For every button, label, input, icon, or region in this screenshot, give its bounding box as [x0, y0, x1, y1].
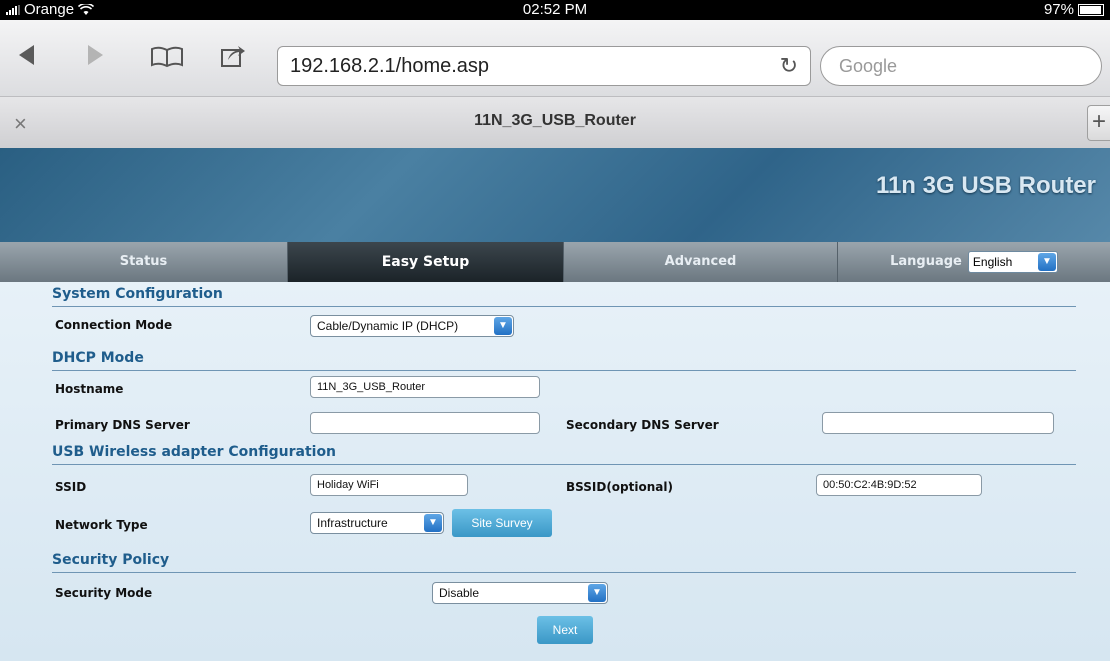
section-system-configuration: System Configuration — [52, 284, 1076, 307]
section-usb-wireless: USB Wireless adapter Configuration — [52, 442, 1076, 465]
tab-advanced[interactable]: Advanced — [564, 242, 838, 282]
connection-mode-value: Cable/Dynamic IP (DHCP) — [317, 319, 459, 333]
language-selector: Language English ▼ — [838, 242, 1110, 282]
hostname-label: Hostname — [55, 382, 124, 396]
bssid-label: BSSID(optional) — [566, 480, 673, 494]
setup-form: System Configuration Connection Mode Cab… — [0, 282, 1110, 661]
next-button[interactable]: Next — [537, 616, 593, 644]
section-security-policy: Security Policy — [52, 550, 1076, 573]
url-bar[interactable]: 192.168.2.1/home.asp ↻ — [277, 46, 811, 86]
router-banner: 11n 3G USB Router — [0, 148, 1110, 242]
primary-dns-input[interactable] — [310, 412, 540, 434]
bssid-input[interactable] — [816, 474, 982, 496]
connection-mode-select[interactable]: Cable/Dynamic IP (DHCP) ▼ — [310, 315, 514, 337]
battery-info: 97% — [1044, 1, 1104, 18]
tab-bar: × 11N_3G_USB_Router + — [0, 96, 1110, 150]
security-mode-value: Disable — [439, 586, 480, 600]
battery-icon — [1078, 3, 1104, 16]
secondary-dns-input[interactable] — [822, 412, 1054, 434]
network-type-label: Network Type — [55, 518, 148, 532]
tab-title[interactable]: 11N_3G_USB_Router — [0, 112, 1110, 130]
bookmarks-icon[interactable] — [150, 46, 184, 75]
share-icon[interactable] — [220, 42, 246, 75]
connection-mode-label: Connection Mode — [55, 318, 173, 332]
search-input[interactable]: Google — [820, 46, 1102, 86]
back-icon[interactable] — [16, 43, 36, 74]
tab-easy-setup[interactable]: Easy Setup — [288, 242, 564, 282]
security-mode-label: Security Mode — [55, 586, 153, 600]
site-survey-button[interactable]: Site Survey — [452, 509, 552, 537]
section-dhcp-mode: DHCP Mode — [52, 348, 1076, 371]
battery-fill — [1080, 5, 1102, 14]
language-select[interactable]: English ▼ — [967, 251, 1058, 273]
chevron-down-icon: ▼ — [494, 317, 512, 335]
security-mode-select[interactable]: Disable ▼ — [432, 582, 608, 604]
chevron-down-icon: ▼ — [1037, 253, 1056, 271]
url-text: 192.168.2.1/home.asp — [290, 55, 490, 77]
clock: 02:52 PM — [522, 1, 588, 18]
forward-icon[interactable] — [86, 43, 106, 74]
ssid-label: SSID — [55, 480, 87, 494]
tab-status[interactable]: Status — [0, 242, 288, 282]
network-type-select[interactable]: Infrastructure ▼ — [310, 512, 444, 534]
chevron-down-icon: ▼ — [424, 514, 442, 532]
router-nav: Status Easy Setup Advanced Language Engl… — [0, 242, 1110, 282]
brand-title: 11n 3G USB Router — [875, 172, 1096, 199]
search-placeholder: Google — [839, 56, 898, 76]
language-label: Language — [890, 254, 962, 269]
network-type-value: Infrastructure — [317, 516, 388, 530]
new-tab-button[interactable]: + — [1087, 105, 1110, 141]
reload-icon[interactable]: ↻ — [780, 47, 798, 85]
battery-percent: 97% — [1043, 1, 1074, 18]
chevron-down-icon: ▼ — [588, 584, 606, 602]
status-bar: Orange 02:52 PM 97% — [0, 0, 1110, 20]
ssid-input[interactable] — [310, 474, 468, 496]
browser-toolbar: 192.168.2.1/home.asp ↻ Google — [0, 20, 1110, 96]
primary-dns-label: Primary DNS Server — [55, 418, 190, 432]
hostname-input[interactable] — [310, 376, 540, 398]
secondary-dns-label: Secondary DNS Server — [566, 418, 719, 432]
language-value: English — [972, 255, 1013, 269]
